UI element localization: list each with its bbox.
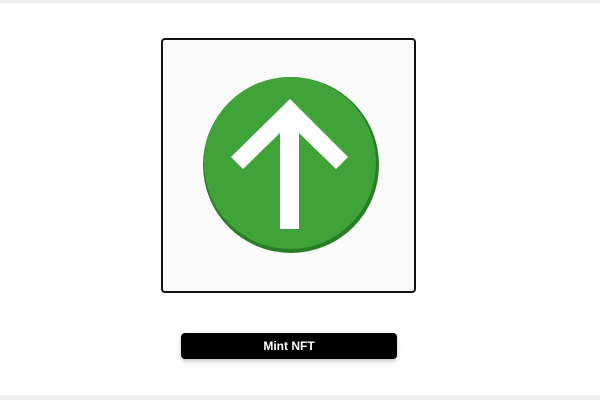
top-divider: [0, 0, 600, 3]
page: Mint NFT: [0, 0, 600, 400]
up-arrow-circle-icon: [203, 77, 379, 253]
bottom-divider: [0, 395, 600, 400]
mint-nft-button[interactable]: Mint NFT: [181, 333, 397, 359]
nft-preview-frame: [161, 38, 416, 293]
